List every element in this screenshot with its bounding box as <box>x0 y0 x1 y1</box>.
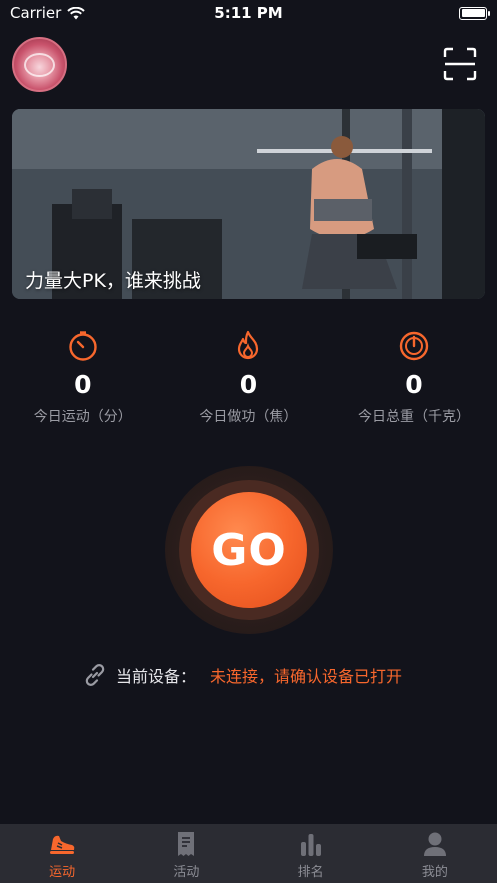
daily-stats: 0 今日运动（分） 0 今日做功（焦） 0 今日总重（千克） <box>0 330 497 426</box>
tab-label: 我的 <box>421 865 448 880</box>
tab-label: 活动 <box>173 865 200 880</box>
tab-ranking[interactable]: 排名 <box>249 824 373 883</box>
carrier-label: Carrier <box>10 4 62 22</box>
receipt-icon <box>178 832 195 856</box>
go-button[interactable]: GO <box>191 492 307 608</box>
battery-icon <box>459 6 490 20</box>
device-status-row[interactable]: 当前设备： 未连接，请确认设备已打开 <box>82 662 402 688</box>
stat-value: 0 <box>239 370 258 399</box>
tab-activities[interactable]: 活动 <box>124 824 248 883</box>
tab-profile[interactable]: 我的 <box>373 824 497 883</box>
stat-label: 今日总重（千克） <box>357 409 470 425</box>
banner-caption: 力量大PK，谁来挑战 <box>25 270 201 292</box>
stat-total-weight: 0 今日总重（千克） <box>331 330 497 426</box>
stat-work-joules: 0 今日做功（焦） <box>166 330 332 426</box>
avatar[interactable] <box>12 37 67 92</box>
stat-label: 今日运动（分） <box>33 409 132 425</box>
stat-label: 今日做功（焦） <box>199 409 298 425</box>
stat-value: 0 <box>405 370 423 399</box>
tab-exercise[interactable]: 运动 <box>0 824 124 883</box>
wifi-icon <box>67 6 86 19</box>
device-connection-status: 未连接，请确认设备已打开 <box>210 667 403 686</box>
status-bar: Carrier 5:11 PM <box>0 0 497 26</box>
bar-chart-icon <box>300 834 321 856</box>
gauge-icon <box>399 331 429 361</box>
scan-icon[interactable] <box>443 47 477 81</box>
tab-label: 排名 <box>297 865 324 880</box>
device-label: 当前设备： <box>116 667 197 686</box>
link-icon <box>85 664 105 686</box>
person-icon <box>423 832 446 856</box>
stat-exercise-minutes: 0 今日运动（分） <box>0 330 166 426</box>
stat-value: 0 <box>74 370 92 399</box>
tab-label: 运动 <box>49 865 76 880</box>
tab-bar: 运动 活动 排名 我的 <box>0 824 497 883</box>
flame-icon <box>238 330 259 360</box>
timer-icon <box>69 331 97 361</box>
sneaker-icon <box>50 835 75 854</box>
promo-banner[interactable]: 力量大PK，谁来挑战 <box>12 109 485 299</box>
